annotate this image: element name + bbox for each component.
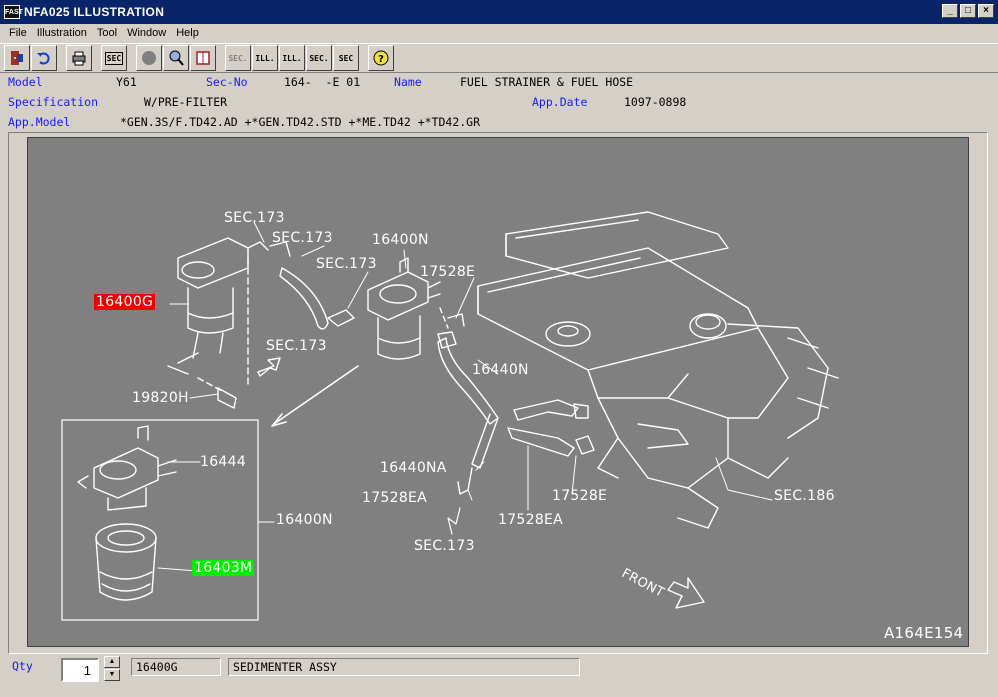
help-button[interactable]: ? xyxy=(368,45,394,71)
label-17528ea-left[interactable]: 17528EA xyxy=(362,490,427,506)
sec-list-button[interactable]: SEC. xyxy=(306,45,332,71)
undo-icon xyxy=(37,52,50,65)
circle-icon xyxy=(142,51,156,65)
book-icon xyxy=(196,51,210,65)
prev-sec-icon: SEC. xyxy=(228,53,248,63)
ill-next-button[interactable]: ILL. xyxy=(279,45,305,71)
exit-button[interactable] xyxy=(4,45,30,71)
part-number-field: 16400G xyxy=(131,658,221,676)
secno-value: 164- -E 01 xyxy=(284,75,361,89)
label-sec173-c[interactable]: SEC.173 xyxy=(316,256,377,272)
engine-drawing xyxy=(477,211,839,529)
label-16403m[interactable]: 16403M xyxy=(192,560,255,576)
appmodel-label: App.Model xyxy=(8,115,71,129)
status-bar: Qty 1 ▲ ▼ 16400G SEDIMENTER ASSY xyxy=(0,654,998,697)
ill-first-button[interactable]: ILL. xyxy=(252,45,278,71)
info-row-appmodel: App.Model *GEN.3S/F.TD42.AD +*GEN.TD42.S… xyxy=(8,115,988,131)
title-bar: FAST NFA025 ILLUSTRATION _ □ × xyxy=(0,0,998,24)
help-icon: ? xyxy=(373,50,389,66)
label-17528e-top[interactable]: 17528E xyxy=(420,264,475,280)
sec-button[interactable]: SEC xyxy=(101,45,127,71)
qty-up-button[interactable]: ▲ xyxy=(104,656,120,668)
ill-first-icon: ILL. xyxy=(255,53,275,63)
circle-button[interactable] xyxy=(136,45,162,71)
illustration-id: A164E154 xyxy=(884,624,964,642)
label-16400g[interactable]: 16400G xyxy=(94,294,156,310)
app-icon: FAST xyxy=(4,5,23,19)
qty-down-button[interactable]: ▼ xyxy=(104,669,120,681)
toolbar: SEC SEC. ILL. ILL. SEC. SEC ? xyxy=(0,43,998,73)
menu-bar: File Illustration Tool Window Help xyxy=(0,24,998,42)
maximize-button[interactable]: □ xyxy=(960,4,976,18)
fuel-strainer-16400g-drawing xyxy=(167,237,269,409)
sec-query-button[interactable]: SEC xyxy=(333,45,359,71)
appdate-value: 1097-0898 xyxy=(624,95,687,109)
label-16400n-top[interactable]: 16400N xyxy=(372,232,429,248)
illustration-canvas[interactable]: SEC.173 SEC.173 16400N SEC.173 17528E 16… xyxy=(27,137,969,647)
close-button[interactable]: × xyxy=(978,4,994,18)
print-icon xyxy=(72,51,86,66)
label-19820h[interactable]: 19820H xyxy=(132,390,189,406)
part-name-field: SEDIMENTER ASSY xyxy=(228,658,580,676)
illustration-frame: SEC.173 SEC.173 16400N SEC.173 17528E 16… xyxy=(8,132,988,654)
menu-window[interactable]: Window xyxy=(122,27,171,39)
window-controls: _ □ × xyxy=(942,4,994,18)
label-16444[interactable]: 16444 xyxy=(200,454,246,470)
zoom-button[interactable] xyxy=(163,45,189,71)
name-value: FUEL STRAINER & FUEL HOSE xyxy=(460,75,634,89)
label-sec186[interactable]: SEC.186 xyxy=(774,488,835,504)
print-button[interactable] xyxy=(66,45,92,71)
sec-icon: SEC xyxy=(104,51,124,65)
menu-tool[interactable]: Tool xyxy=(92,27,122,39)
minimize-button[interactable]: _ xyxy=(942,4,958,18)
appmodel-value: *GEN.3S/F.TD42.AD +*GEN.TD42.STD +*ME.TD… xyxy=(120,115,481,129)
secno-label: Sec-No xyxy=(206,75,248,89)
sec-query-icon: SEC xyxy=(338,53,354,63)
prev-sec-button[interactable]: SEC. xyxy=(225,45,251,71)
book-button[interactable] xyxy=(190,45,216,71)
inset-parts-drawing xyxy=(77,425,177,601)
model-label: Model xyxy=(8,75,43,89)
menu-illustration[interactable]: Illustration xyxy=(32,27,92,39)
label-16440na[interactable]: 16440NA xyxy=(380,460,447,476)
label-sec173-d[interactable]: SEC.173 xyxy=(266,338,327,354)
inset-box xyxy=(61,419,259,621)
sec-list-icon: SEC. xyxy=(309,53,329,63)
label-17528ea-bottom[interactable]: 17528EA xyxy=(498,512,563,528)
menu-file[interactable]: File xyxy=(4,27,32,39)
label-17528e-bottom[interactable]: 17528E xyxy=(552,488,607,504)
ill-next-icon: ILL. xyxy=(282,53,302,63)
spec-label: Specification xyxy=(8,95,99,109)
label-sec173-b[interactable]: SEC.173 xyxy=(272,230,333,246)
window-title: NFA025 ILLUSTRATION xyxy=(24,5,165,19)
label-16400n-box[interactable]: 16400N xyxy=(276,512,333,528)
info-row-model: Model Y61 Sec-No 164- -E 01 Name FUEL ST… xyxy=(8,75,988,91)
label-sec173-e[interactable]: SEC.173 xyxy=(414,538,475,554)
model-value: Y61 xyxy=(116,75,137,89)
zoom-icon xyxy=(169,50,184,66)
appdate-label: App.Date xyxy=(532,95,588,109)
qty-label: Qty xyxy=(12,659,33,673)
label-16440n[interactable]: 16440N xyxy=(472,362,529,378)
spec-value: W/PRE-FILTER xyxy=(144,95,228,109)
exit-icon xyxy=(11,51,23,65)
label-sec173-a[interactable]: SEC.173 xyxy=(224,210,285,226)
qty-input[interactable]: 1 xyxy=(61,658,99,682)
undo-button[interactable] xyxy=(31,45,57,71)
menu-help[interactable]: Help xyxy=(171,27,204,39)
hose-lower-drawing xyxy=(437,313,595,495)
name-label: Name xyxy=(394,75,422,89)
info-row-spec: Specification W/PRE-FILTER App.Date 1097… xyxy=(8,95,988,111)
svg-text:?: ? xyxy=(378,54,384,65)
